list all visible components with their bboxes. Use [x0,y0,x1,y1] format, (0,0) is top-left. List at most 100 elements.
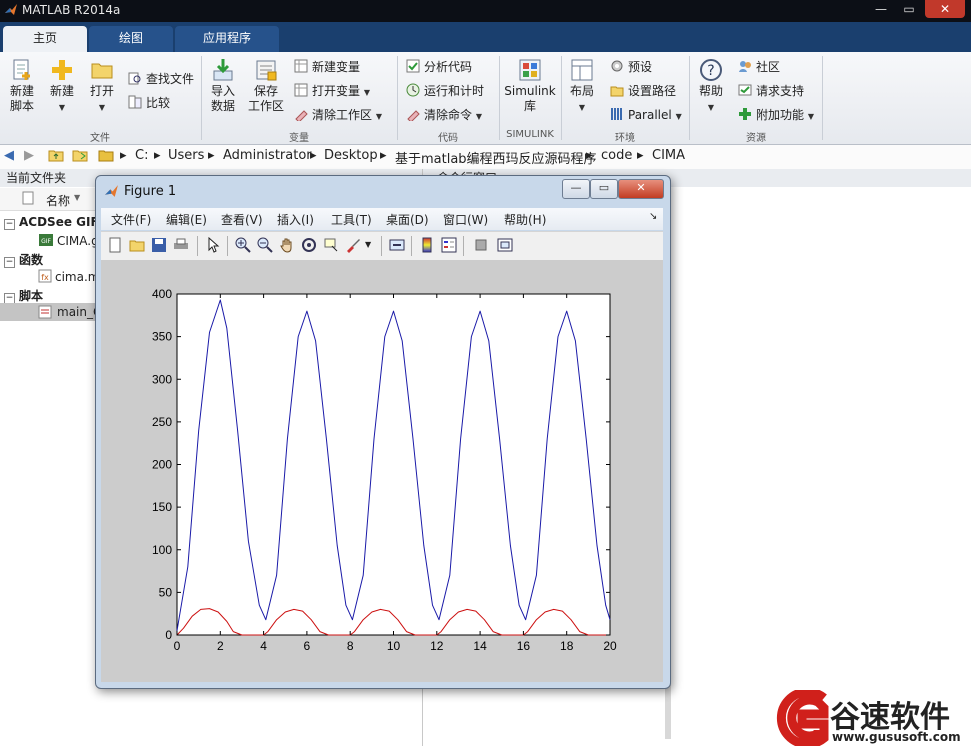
colorbar-icon[interactable] [419,237,435,253]
zoom-in-icon[interactable] [235,237,251,253]
simulink-library-button[interactable]: Simulink 库 [504,58,556,114]
pan-icon[interactable] [279,237,295,253]
tree-group-gif[interactable]: − ACDSee GIF [4,215,99,230]
new-variable-button[interactable]: 新建变量 [294,58,360,76]
import-data-button[interactable]: 导入 数据 [206,58,240,114]
forward-icon[interactable]: ▶ [24,148,34,163]
back-icon[interactable]: ◀ [4,148,14,163]
column-name[interactable]: 名称 [46,192,70,209]
watermark-logo-icon [776,690,829,746]
y-tick-label: 250 [152,415,172,429]
community-button[interactable]: 社区 [738,58,780,76]
chevron-down-icon[interactable]: ▼ [365,240,371,249]
figure-title: Figure 1 [124,184,177,199]
group-divider [499,56,500,140]
figure-canvas[interactable]: 0 2 4 6 8 10 12 14 16 18 20 0 50 100 150 200 250 300 350 40… [101,260,663,682]
chevron-down-icon: ▼ [578,103,586,112]
clear-workspace-button[interactable]: 清除工作区 ▼ [294,106,382,124]
zoom-out-icon[interactable] [257,237,273,253]
run-and-time-button[interactable]: 运行和计时 [406,82,484,100]
close-button[interactable]: ✕ [925,0,965,18]
group-label-simulink: SIMULINK [506,129,554,140]
figure-window[interactable]: Figure 1 — ▭ ✕ 文件(F) 编辑(E) 查看(V) 插入(I) 工… [95,175,671,689]
import-label-1: 导入 [210,84,235,98]
figure-close-button[interactable]: ✕ [618,179,664,199]
link-icon[interactable] [389,237,405,253]
find-files-button[interactable]: 查找文件 [128,70,194,88]
menu-view[interactable]: 查看(V) [221,211,263,228]
pointer-icon[interactable] [205,237,221,253]
menu-insert[interactable]: 插入(I) [277,211,314,228]
menu-edit[interactable]: 编辑(E) [166,211,207,228]
analyze-code-button[interactable]: 分析代码 [406,58,472,76]
set-path-button[interactable]: 设置路径 [610,82,676,100]
request-support-label: 请求支持 [756,84,805,98]
compare-button[interactable]: 比较 [128,94,170,112]
dock-arrow-icon[interactable]: ↘ [649,211,657,222]
figure-minimize-button[interactable]: — [562,179,590,199]
breadcrumb-item[interactable]: C: [135,148,148,163]
preferences-button[interactable]: 预设 [610,58,652,76]
toolbar-divider [463,236,464,256]
request-support-button[interactable]: 请求支持 [738,82,804,100]
print-icon[interactable] [173,237,189,253]
open-variable-icon [294,83,308,97]
layout-button[interactable]: 布局 ▼ [566,58,598,115]
function-file-icon: fx [38,269,52,283]
breadcrumb-item[interactable]: CIMA [652,148,685,163]
x-tick-label: 16 [517,639,531,653]
legend-icon[interactable] [441,237,457,253]
save-icon[interactable] [151,237,167,253]
data-cursor-icon[interactable] [323,237,339,253]
help-button[interactable]: ? 帮助 ▼ [694,58,728,115]
up-folder-icon[interactable] [48,148,64,166]
breadcrumb-item[interactable]: Users [168,148,204,163]
hide-plot-tools-icon[interactable] [473,237,489,253]
tab-apps[interactable]: 应用程序 [175,26,279,52]
new-figure-icon[interactable] [107,237,123,253]
figure-maximize-button[interactable]: ▭ [590,179,618,199]
save-workspace-button[interactable]: 保存 工作区 [246,58,286,114]
clear-commands-button[interactable]: 清除命令 ▼ [406,106,482,124]
tab-home[interactable]: 主页 [3,26,87,52]
tree-group-functions[interactable]: − 函数 [4,251,43,268]
plot-svg[interactable]: 0 2 4 6 8 10 12 14 16 18 2005010015020025030035040… [101,260,663,682]
open-variable-button[interactable]: 打开变量 ▼ [294,82,370,100]
minimize-button[interactable]: — [868,0,894,18]
run-time-icon [406,83,420,97]
list-item[interactable]: fx cima.m [38,269,99,284]
addons-button[interactable]: 附加功能 ▼ [738,106,814,124]
breadcrumb-item[interactable]: Administrator [223,148,312,163]
new-script-button[interactable]: 新建 脚本 [4,58,40,114]
x-tick-label: 6 [304,639,311,653]
rotate-icon[interactable] [301,237,317,253]
collapse-icon[interactable]: − [4,257,15,268]
menu-window[interactable]: 窗口(W) [443,211,488,228]
breadcrumb-item[interactable]: Desktop [324,148,378,163]
parallel-button[interactable]: Parallel ▼ [610,106,682,124]
compare-icon [128,95,142,109]
menu-help[interactable]: 帮助(H) [504,211,546,228]
show-plot-tools-icon[interactable] [497,237,513,253]
clear-commands-label: 清除命令 [424,108,473,122]
new-button[interactable]: 新建 ▼ [46,58,78,115]
list-item-selected[interactable]: main_C [0,303,101,321]
folder-icon [91,63,113,79]
maximize-button[interactable]: ▭ [895,0,923,18]
layout-icon [571,59,593,81]
collapse-icon[interactable]: − [4,219,15,230]
breadcrumb-item[interactable]: code [601,148,632,163]
x-tick-label: 14 [473,639,487,653]
sort-caret-icon[interactable]: ▼ [74,193,80,202]
tree-group-scripts[interactable]: − 脚本 [4,287,43,304]
open-file-icon[interactable] [129,237,145,253]
breadcrumb-item[interactable]: 基于matlab编程西玛反应源码程序 [395,148,597,167]
browse-folder-icon[interactable] [72,148,88,166]
parallel-label: Parallel [628,108,672,122]
menu-tools[interactable]: 工具(T) [331,211,372,228]
tab-plots[interactable]: 绘图 [89,26,173,52]
brush-icon[interactable] [345,237,361,253]
menu-desktop[interactable]: 桌面(D) [386,211,429,228]
open-button[interactable]: 打开 ▼ [86,58,118,115]
menu-file[interactable]: 文件(F) [111,211,151,228]
